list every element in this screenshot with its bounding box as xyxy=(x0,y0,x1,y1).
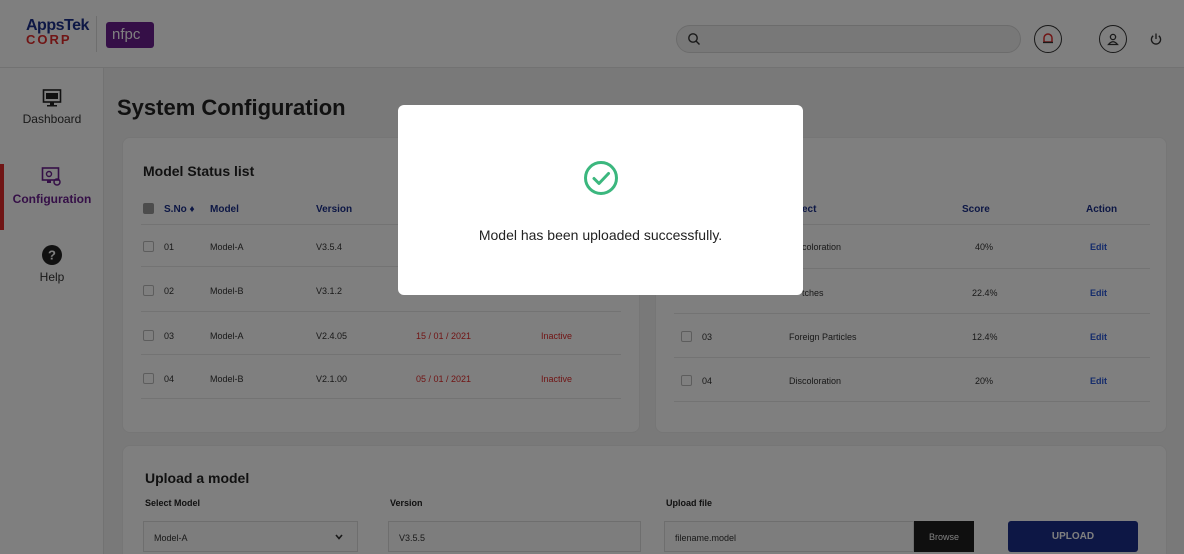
modal-message: Model has been uploaded successfully. xyxy=(478,227,723,243)
success-modal: Model has been uploaded successfully. xyxy=(398,105,803,295)
success-check-icon xyxy=(584,161,618,195)
